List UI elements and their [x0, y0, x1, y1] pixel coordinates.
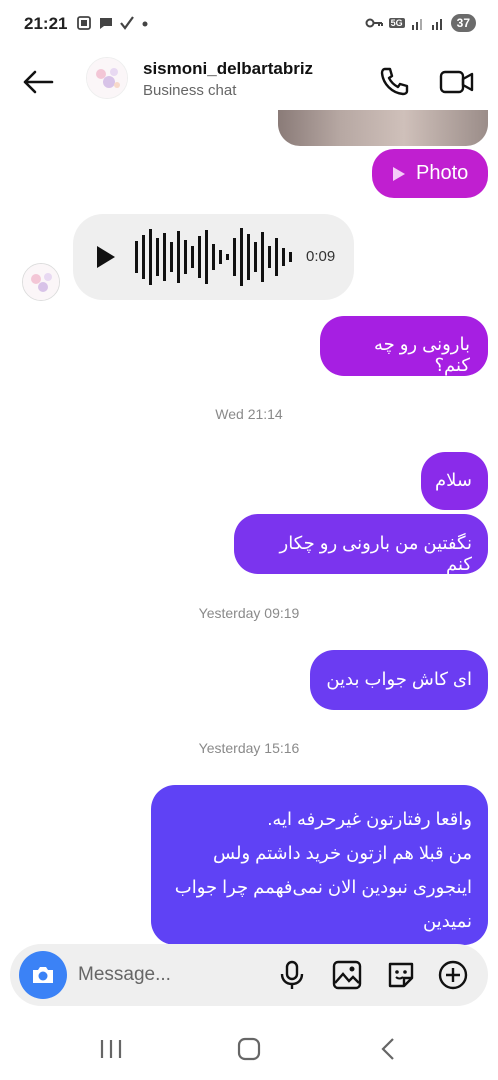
video-camera-icon	[439, 70, 474, 94]
play-icon[interactable]	[95, 244, 117, 270]
voice-duration: 0:09	[306, 248, 336, 265]
system-back-button[interactable]	[374, 1034, 404, 1064]
battery-indicator: 37	[450, 14, 476, 32]
status-system-icons: 5G 37	[365, 14, 476, 32]
message-line: واقعا رفتارتون غیرحرفه ایه.	[267, 809, 472, 829]
network-5g-badge: 5G	[388, 18, 405, 28]
recent-apps-icon	[100, 1040, 122, 1058]
avatar[interactable]	[86, 57, 128, 99]
outgoing-message[interactable]: نگفتین من بارونی رو چکار کنم	[234, 514, 488, 574]
message-line: نمیدین	[422, 911, 472, 931]
chat-header: sismoni_delbartabriz Business chat	[0, 52, 498, 110]
outgoing-message[interactable]: ای کاش جواب بدین	[310, 650, 488, 710]
contact-name[interactable]: sismoni_delbartabriz	[143, 59, 313, 79]
back-button[interactable]	[18, 62, 58, 102]
play-icon	[393, 166, 405, 181]
sticker-icon	[388, 962, 414, 988]
message-line: من قبلا هم ازتون خرید داشتم ولس	[213, 843, 472, 863]
store-logo-icon	[23, 264, 59, 300]
message-composer	[10, 944, 488, 1006]
home-button[interactable]	[234, 1034, 264, 1064]
image-icon	[332, 960, 362, 990]
chevron-left-icon	[381, 1038, 394, 1060]
plus-circle-icon	[438, 960, 468, 990]
status-time: 21:21	[24, 14, 68, 33]
status-bar: 21:21 5G 37	[0, 0, 498, 52]
photo-message-bubble[interactable]: Photo	[372, 149, 488, 198]
key-icon	[365, 18, 383, 28]
gallery-button[interactable]	[331, 959, 363, 991]
outgoing-message[interactable]: واقعا رفتارتون غیرحرفه ایه. من قبلا هم ا…	[151, 785, 488, 945]
phone-icon	[380, 67, 409, 96]
audio-call-button[interactable]	[376, 64, 412, 100]
voice-message[interactable]: 0:09	[73, 214, 354, 300]
video-call-button[interactable]	[438, 64, 476, 100]
signal-icon-2	[431, 19, 442, 30]
outgoing-message[interactable]: بارونی رو چه کنم؟	[320, 316, 488, 376]
screenshot-icon	[77, 16, 91, 30]
timestamp: Yesterday 15:16	[198, 740, 300, 756]
shared-photo-thumbnail[interactable]	[278, 110, 488, 146]
check-icon	[120, 16, 134, 30]
message-line: اینجوری نبودین الان نمی‌فهمم چرا جواب	[174, 877, 472, 897]
microphone-icon	[280, 960, 304, 989]
contact-subtitle: Business chat	[143, 82, 237, 99]
sticker-button[interactable]	[385, 959, 417, 991]
timestamp: Wed 21:14	[215, 406, 283, 422]
store-logo-icon	[87, 58, 127, 98]
system-navigation-bar	[0, 1016, 498, 1080]
message-input[interactable]	[78, 963, 258, 987]
signal-icon	[411, 19, 422, 30]
photo-label: Photo	[416, 162, 469, 184]
microphone-button[interactable]	[276, 959, 308, 991]
dot-icon	[142, 21, 148, 27]
arrow-left-icon	[23, 70, 54, 94]
outgoing-message[interactable]: سلام	[421, 452, 488, 510]
sender-avatar[interactable]	[22, 263, 60, 301]
timestamp: Yesterday 09:19	[198, 605, 300, 621]
camera-button[interactable]	[19, 951, 67, 999]
home-icon	[237, 1037, 261, 1061]
audio-waveform	[135, 228, 292, 286]
more-button[interactable]	[437, 959, 469, 991]
chat-bubble-icon	[100, 18, 112, 29]
status-notification-icons	[76, 15, 150, 31]
recent-apps-button[interactable]	[96, 1034, 126, 1064]
camera-icon	[33, 967, 53, 983]
